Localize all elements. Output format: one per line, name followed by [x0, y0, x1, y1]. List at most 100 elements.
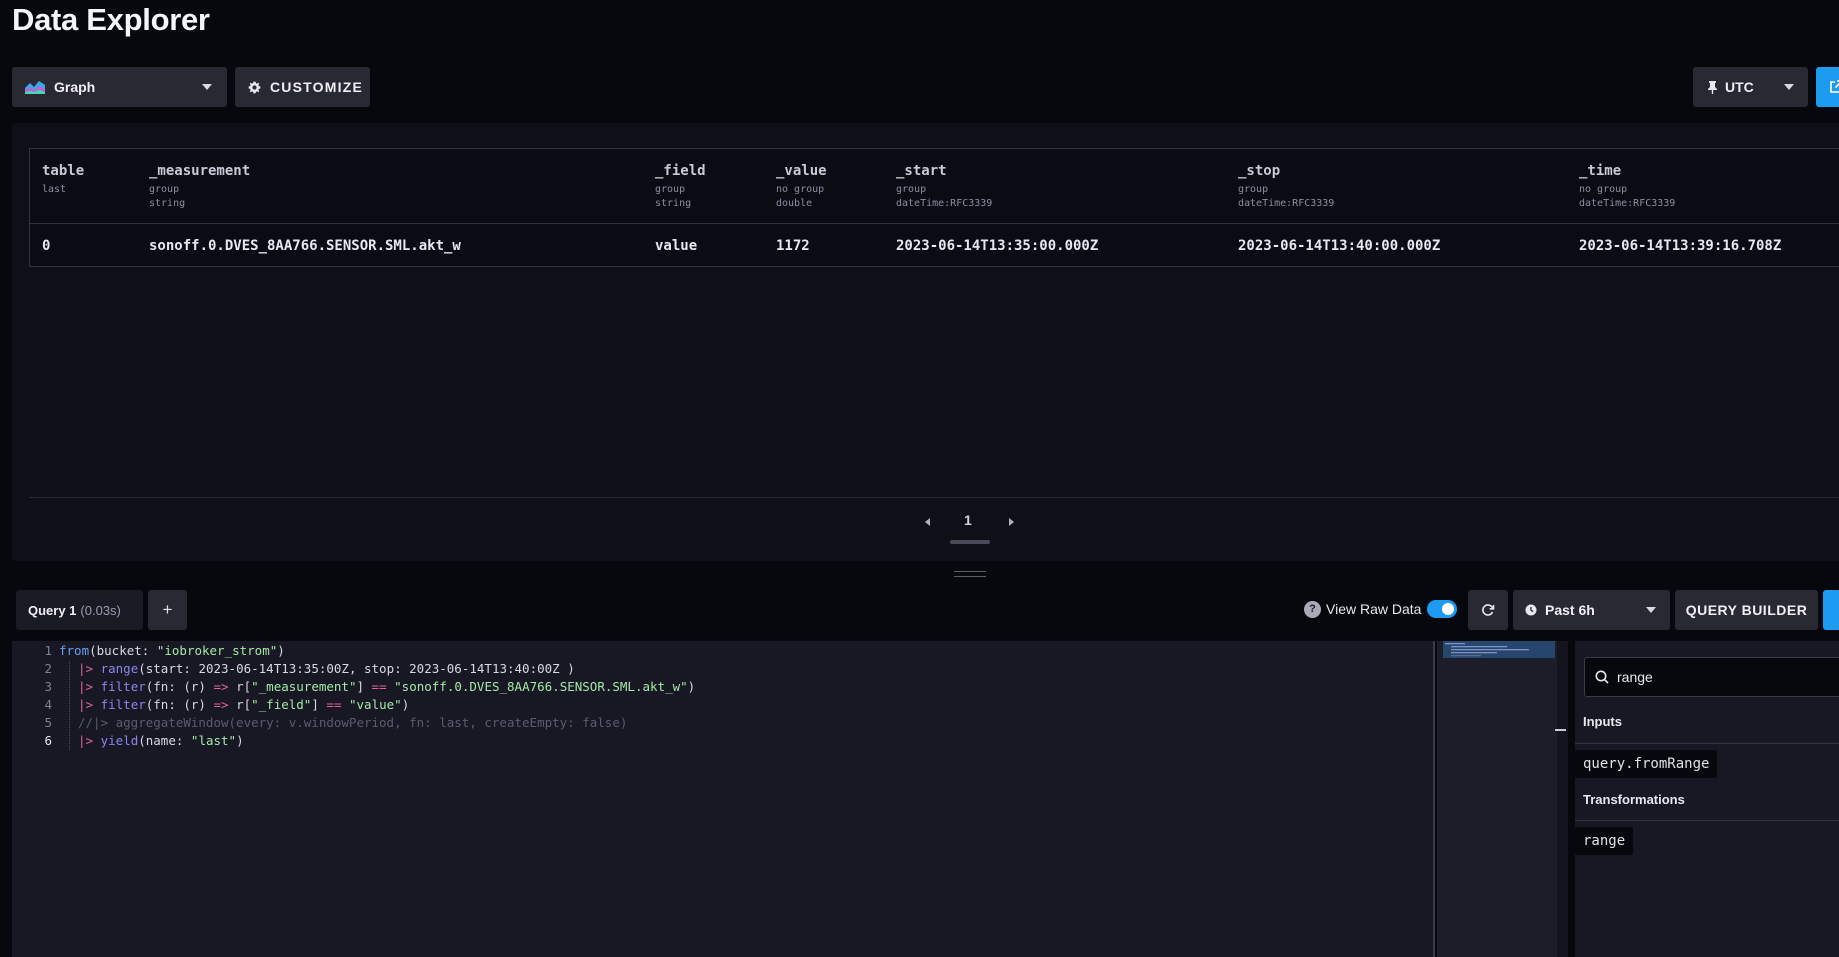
section-heading-inputs: Inputs [1583, 714, 1622, 729]
column-type-info: dateTime:RFC3339 [1238, 198, 1335, 209]
column-group-info: last [42, 184, 67, 195]
plus-icon: + [162, 600, 173, 619]
column-name: _stop [1238, 163, 1281, 179]
chevron-down-icon [1784, 84, 1794, 90]
code-token: |> [78, 661, 94, 676]
column-group-info: group [1238, 184, 1269, 195]
timezone-label: UTC [1725, 79, 1754, 95]
code-token: filter [100, 679, 146, 694]
query-tab-duration: (0.03s) [80, 602, 121, 618]
flux-script-editor[interactable]: 123456 from(bucket: "iobroker_strom") |> … [12, 641, 1433, 957]
column-group-info: group [655, 184, 686, 195]
column-type-info: dateTime:RFC3339 [1579, 198, 1676, 209]
prev-page-icon[interactable] [925, 518, 930, 526]
function-search-input[interactable]: range [1584, 657, 1839, 697]
code-token: "sonoff.0.DVES_8AA766.SENSOR.SML.akt_w" [394, 679, 688, 694]
code-token: (fn: (r) [145, 679, 214, 694]
line-number: 3 [44, 679, 52, 694]
function-search-value: range [1617, 669, 1653, 685]
column-header-table: table last [42, 163, 84, 197]
code-token: |> [78, 697, 94, 712]
submit-button[interactable] [1823, 590, 1839, 630]
page-number[interactable]: 1 [964, 512, 972, 528]
graph-icon [25, 81, 45, 94]
code-token: (start: 2023-06-14T13:35:00Z, stop: 2023… [138, 661, 575, 676]
code-token: //|> aggregateWindow(every: v.windowPeri… [78, 715, 628, 730]
tab-query-1[interactable]: Query 1 (0.03s) [16, 590, 143, 630]
view-raw-data-toggle[interactable] [1427, 600, 1458, 618]
code-line: from(bucket: "iobroker_strom") [59, 643, 285, 658]
chevron-down-icon [1646, 607, 1656, 613]
column-name: table [42, 163, 85, 179]
export-button[interactable] [1816, 67, 1839, 107]
visualization-type-dropdown[interactable]: Graph [12, 67, 227, 107]
help-icon[interactable]: ? [1304, 600, 1321, 618]
indent-guide [69, 697, 71, 714]
section-heading-transformations: Transformations [1583, 792, 1685, 807]
clock-icon [1525, 604, 1537, 616]
code-line: |> range(start: 2023-06-14T13:35:00Z, st… [78, 661, 575, 676]
column-type-info: string [655, 198, 692, 209]
code-token: => [213, 697, 229, 712]
code-token: ) [401, 697, 410, 712]
column-header-measurement: _measurement group string [149, 163, 250, 211]
code-token: ] [311, 697, 327, 712]
function-item-query-fromrange[interactable]: query.fromRange [1575, 750, 1718, 778]
code-line: |> yield(name: "last") [78, 733, 244, 748]
editor-divider [1433, 641, 1435, 957]
indent-guide [69, 661, 71, 678]
column-group-info: group [149, 184, 180, 195]
code-token: filter [100, 697, 146, 712]
table-cell: 0 [42, 238, 51, 254]
query-tab-label: Query 1 [28, 602, 77, 618]
table-cell: 2023-06-14T13:40:00.000Z [1238, 238, 1441, 254]
line-number: 6 [44, 733, 52, 748]
column-header-stop: _stop group dateTime:RFC3339 [1238, 163, 1334, 211]
customize-button[interactable]: CUSTOMIZE [235, 67, 370, 107]
code-line: //|> aggregateWindow(every: v.windowPeri… [78, 715, 627, 730]
indent-guide [69, 733, 71, 750]
table-cell: 2023-06-14T13:39:16.708Z [1579, 238, 1782, 254]
column-header-time: _time no group dateTime:RFC3339 [1579, 163, 1675, 211]
refresh-button[interactable] [1468, 590, 1508, 630]
resize-handle[interactable] [954, 571, 986, 577]
column-type-info: double [776, 198, 813, 209]
code-line: |> filter(fn: (r) => r["_measurement"] =… [78, 679, 695, 694]
code-token: (name: [138, 733, 191, 748]
query-builder-button[interactable]: QUERY BUILDER [1675, 590, 1818, 630]
time-range-dropdown[interactable]: Past 6h [1513, 590, 1670, 630]
code-token: yield [100, 733, 139, 748]
add-query-button[interactable]: + [148, 590, 187, 630]
code-token: == [326, 697, 342, 712]
editor-scrollbar[interactable] [1557, 641, 1568, 957]
visualization-type-label: Graph [54, 79, 96, 95]
timezone-dropdown[interactable]: UTC [1693, 67, 1808, 107]
toggle-knob [1442, 603, 1455, 615]
time-range-label: Past 6h [1545, 602, 1595, 618]
editor-minimap[interactable] [1437, 641, 1557, 957]
line-number: 4 [44, 697, 52, 712]
table-cell: value [655, 238, 698, 254]
customize-label: CUSTOMIZE [270, 79, 363, 95]
function-item-range[interactable]: range [1575, 827, 1634, 855]
code-token: => [213, 679, 229, 694]
raw-data-table: table last _measurement group string _fi… [29, 148, 1839, 267]
section-divider [1575, 820, 1839, 821]
indent-guide [69, 679, 71, 696]
column-header-field: _field group string [655, 163, 706, 211]
column-name: _measurement [149, 163, 251, 179]
code-token: r[ [228, 697, 252, 712]
code-token: "value" [349, 697, 402, 712]
editor-scroll-thumb[interactable] [1555, 729, 1566, 731]
column-name: _start [896, 163, 947, 179]
code-token: range [100, 661, 139, 676]
next-page-icon[interactable] [1009, 518, 1014, 526]
table-cell: 2023-06-14T13:35:00.000Z [896, 238, 1099, 254]
code-token: r[ [228, 679, 252, 694]
code-token: from [59, 643, 90, 658]
column-type-info: dateTime:RFC3339 [896, 198, 993, 209]
query-builder-label: QUERY BUILDER [1685, 602, 1808, 618]
